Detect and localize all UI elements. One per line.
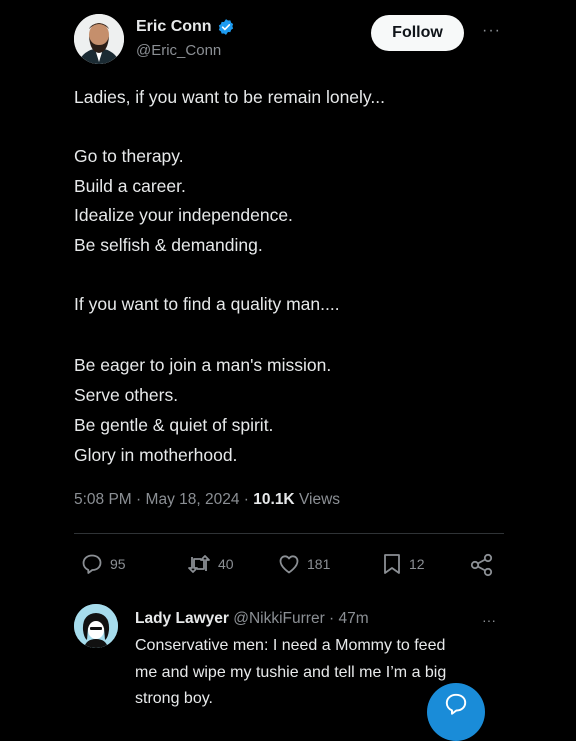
like-count: 181 [307, 556, 331, 572]
tweet-date[interactable]: May 18, 2024 [146, 491, 240, 508]
reply-text-line: strong boy. [135, 690, 213, 707]
tweet-time[interactable]: 5:08 PM [74, 491, 132, 508]
tweet-text-line: Be selfish & demanding. [74, 235, 263, 255]
reply-author-handle[interactable]: @NikkiFurrer [233, 610, 325, 627]
reply-icon [80, 552, 104, 576]
tweet-text-line: Build a career. [74, 176, 186, 196]
bookmark-button[interactable]: 12 [381, 552, 425, 576]
author-handle[interactable]: @Eric_Conn [136, 42, 221, 59]
tweet-text-line: Idealize your independence. [74, 205, 293, 225]
share-button[interactable] [469, 552, 495, 578]
tweet-text-line: Be eager to join a man's mission. [74, 355, 332, 375]
reply-time[interactable]: · 47m [329, 610, 369, 627]
bookmark-icon [381, 552, 403, 576]
reply-header: Lady Lawyer @NikkiFurrer · 47m [135, 610, 369, 628]
compose-reply-button[interactable] [427, 683, 485, 741]
heart-icon [277, 552, 301, 576]
views-count: 10.1K [253, 491, 295, 508]
follow-button[interactable]: Follow [371, 15, 464, 51]
bookmark-count: 12 [409, 556, 425, 572]
author-name-row: Eric Conn [136, 18, 235, 36]
like-button[interactable]: 181 [277, 552, 330, 576]
reply-count: 95 [110, 556, 126, 572]
verified-badge-icon [217, 18, 235, 36]
repost-button[interactable]: 40 [186, 552, 234, 576]
meta-separator: · [243, 491, 249, 508]
tweet-text-line: If you want to find a quality man.... [74, 294, 340, 314]
reply-avatar[interactable] [74, 604, 118, 648]
reply-author-name[interactable]: Lady Lawyer [135, 610, 229, 627]
tweet-meta: 5:08 PM · May 18, 2024 · 10.1K Views [74, 491, 340, 509]
author-name[interactable]: Eric Conn [136, 18, 212, 36]
repost-count: 40 [218, 556, 234, 572]
tweet-text-line: Ladies, if you want to be remain lonely.… [74, 87, 385, 107]
author-avatar[interactable] [74, 14, 124, 64]
views-label: Views [298, 491, 341, 508]
chat-bubble-icon [443, 691, 469, 722]
reply-button[interactable]: 95 [80, 552, 126, 576]
tweet-text-line: Be gentle & quiet of spirit. [74, 415, 274, 435]
meta-separator: · [136, 491, 142, 508]
tweet-text-line: Go to therapy. [74, 146, 184, 166]
tweet-text-line: Serve others. [74, 385, 179, 405]
reply-text-line: me and wipe my tushie and tell me I’m a … [135, 664, 447, 681]
repost-icon [186, 552, 212, 576]
share-icon [469, 552, 495, 578]
reply-more-options-icon[interactable]: ··· [482, 612, 496, 628]
reply-text-line: Conservative men: I need a Mommy to feed [135, 637, 446, 654]
divider [74, 533, 504, 534]
more-options-icon[interactable]: ··· [482, 22, 501, 40]
tweet-text-line: Glory in motherhood. [74, 445, 238, 465]
